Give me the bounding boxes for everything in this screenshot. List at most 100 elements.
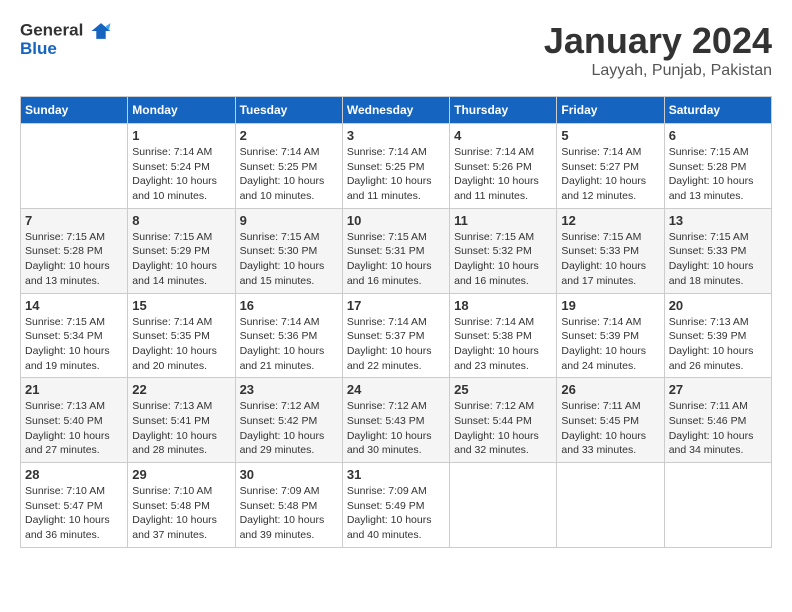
day-info-line: Sunrise: 7:14 AM: [240, 145, 338, 160]
day-info: Sunrise: 7:15 AMSunset: 5:34 PMDaylight:…: [25, 315, 123, 374]
day-info-line: Daylight: 10 hours and 12 minutes.: [561, 174, 659, 203]
day-info-line: Sunset: 5:35 PM: [132, 329, 230, 344]
day-info-line: Sunrise: 7:15 AM: [347, 230, 445, 245]
day-info: Sunrise: 7:14 AMSunset: 5:25 PMDaylight:…: [240, 145, 338, 204]
day-info-line: Daylight: 10 hours and 16 minutes.: [454, 259, 552, 288]
calendar-cell: 27Sunrise: 7:11 AMSunset: 5:46 PMDayligh…: [664, 378, 771, 463]
day-info-line: Sunrise: 7:15 AM: [132, 230, 230, 245]
day-info-line: Daylight: 10 hours and 16 minutes.: [347, 259, 445, 288]
day-info-line: Sunset: 5:41 PM: [132, 414, 230, 429]
day-info-line: Sunset: 5:34 PM: [25, 329, 123, 344]
day-info: Sunrise: 7:10 AMSunset: 5:47 PMDaylight:…: [25, 484, 123, 543]
calendar-cell: 10Sunrise: 7:15 AMSunset: 5:31 PMDayligh…: [342, 208, 449, 293]
day-info-line: Sunset: 5:40 PM: [25, 414, 123, 429]
calendar-cell: 23Sunrise: 7:12 AMSunset: 5:42 PMDayligh…: [235, 378, 342, 463]
day-info-line: Sunrise: 7:10 AM: [25, 484, 123, 499]
day-info-line: Daylight: 10 hours and 28 minutes.: [132, 429, 230, 458]
day-info-line: Sunset: 5:44 PM: [454, 414, 552, 429]
day-info-line: Sunrise: 7:14 AM: [132, 315, 230, 330]
day-number: 31: [347, 467, 445, 482]
day-info-line: Sunrise: 7:11 AM: [561, 399, 659, 414]
day-info-line: Daylight: 10 hours and 10 minutes.: [132, 174, 230, 203]
day-number: 14: [25, 298, 123, 313]
day-number: 18: [454, 298, 552, 313]
calendar-cell: [450, 463, 557, 548]
day-number: 2: [240, 128, 338, 143]
calendar-cell: 3Sunrise: 7:14 AMSunset: 5:25 PMDaylight…: [342, 124, 449, 209]
day-number: 12: [561, 213, 659, 228]
calendar-cell: 28 Sunrise: 7:10 AMSunset: 5:47 PMDayligh…: [21, 463, 128, 548]
column-header-saturday: Saturday: [664, 97, 771, 124]
day-info-line: Sunset: 5:27 PM: [561, 160, 659, 175]
day-info-line: Sunrise: 7:13 AM: [669, 315, 767, 330]
day-number: 6: [669, 128, 767, 143]
day-info-line: Sunrise: 7:12 AM: [347, 399, 445, 414]
day-info-line: Daylight: 10 hours and 19 minutes.: [25, 344, 123, 373]
day-number: 11: [454, 213, 552, 228]
day-info: Sunrise: 7:10 AMSunset: 5:48 PMDaylight:…: [132, 484, 230, 543]
calendar-cell: 16Sunrise: 7:14 AMSunset: 5:36 PMDayligh…: [235, 293, 342, 378]
day-info: Sunrise: 7:15 AMSunset: 5:28 PMDaylight:…: [25, 230, 123, 289]
day-number: 3: [347, 128, 445, 143]
day-number: 22: [132, 382, 230, 397]
day-info-line: Sunrise: 7:09 AM: [347, 484, 445, 499]
day-info-line: Sunrise: 7:12 AM: [240, 399, 338, 414]
day-info-line: Sunrise: 7:15 AM: [669, 230, 767, 245]
day-number: 19: [561, 298, 659, 313]
day-number: 15: [132, 298, 230, 313]
column-header-sunday: Sunday: [21, 97, 128, 124]
day-info: Sunrise: 7:15 AMSunset: 5:32 PMDaylight:…: [454, 230, 552, 289]
day-info-line: Sunrise: 7:09 AM: [240, 484, 338, 499]
calendar-cell: 5Sunrise: 7:14 AMSunset: 5:27 PMDaylight…: [557, 124, 664, 209]
calendar-subtitle: Layyah, Punjab, Pakistan: [544, 62, 772, 80]
day-info: Sunrise: 7:14 AMSunset: 5:26 PMDaylight:…: [454, 145, 552, 204]
day-info-line: Sunrise: 7:13 AM: [25, 399, 123, 414]
day-info-line: Sunrise: 7:15 AM: [669, 145, 767, 160]
day-info: Sunrise: 7:13 AMSunset: 5:39 PMDaylight:…: [669, 315, 767, 374]
day-info-line: Daylight: 10 hours and 13 minutes.: [25, 259, 123, 288]
day-info: Sunrise: 7:14 AMSunset: 5:27 PMDaylight:…: [561, 145, 659, 204]
calendar-cell: 26Sunrise: 7:11 AMSunset: 5:45 PMDayligh…: [557, 378, 664, 463]
column-header-friday: Friday: [557, 97, 664, 124]
day-info-line: Daylight: 10 hours and 26 minutes.: [669, 344, 767, 373]
calendar-week-row: 28 Sunrise: 7:10 AMSunset: 5:47 PMDayligh…: [21, 463, 772, 548]
day-info: Sunrise: 7:09 AMSunset: 5:49 PMDaylight:…: [347, 484, 445, 543]
day-number: 28: [25, 467, 123, 482]
day-number: 1: [132, 128, 230, 143]
day-info: Sunrise: 7:11 AMSunset: 5:45 PMDaylight:…: [561, 399, 659, 458]
calendar-cell: [21, 124, 128, 209]
day-info-line: Sunset: 5:32 PM: [454, 244, 552, 259]
calendar-header-row: SundayMondayTuesdayWednesdayThursdayFrid…: [21, 97, 772, 124]
day-number: 20: [669, 298, 767, 313]
day-info-line: Daylight: 10 hours and 17 minutes.: [561, 259, 659, 288]
calendar-week-row: 7Sunrise: 7:15 AMSunset: 5:28 PMDaylight…: [21, 208, 772, 293]
day-info: Sunrise: 7:14 AMSunset: 5:38 PMDaylight:…: [454, 315, 552, 374]
calendar-cell: 4Sunrise: 7:14 AMSunset: 5:26 PMDaylight…: [450, 124, 557, 209]
day-info-line: Sunset: 5:31 PM: [347, 244, 445, 259]
calendar-cell: 30Sunrise: 7:09 AMSunset: 5:48 PMDayligh…: [235, 463, 342, 548]
day-info-line: Sunset: 5:29 PM: [132, 244, 230, 259]
day-info-line: Daylight: 10 hours and 13 minutes.: [669, 174, 767, 203]
day-info-line: Sunset: 5:48 PM: [132, 499, 230, 514]
day-info-line: Daylight: 10 hours and 27 minutes.: [25, 429, 123, 458]
day-info-line: Sunrise: 7:15 AM: [25, 230, 123, 245]
day-info-line: Sunset: 5:33 PM: [561, 244, 659, 259]
day-info-line: Sunset: 5:37 PM: [347, 329, 445, 344]
day-info-line: Sunrise: 7:15 AM: [561, 230, 659, 245]
day-info-line: Daylight: 10 hours and 33 minutes.: [561, 429, 659, 458]
day-info-line: Sunset: 5:25 PM: [347, 160, 445, 175]
day-info-line: Sunrise: 7:12 AM: [454, 399, 552, 414]
calendar-cell: 29Sunrise: 7:10 AMSunset: 5:48 PMDayligh…: [128, 463, 235, 548]
day-info-line: Daylight: 10 hours and 30 minutes.: [347, 429, 445, 458]
page-header: General Blue January 2024 Layyah, Punjab…: [20, 20, 772, 80]
day-info-line: Daylight: 10 hours and 20 minutes.: [132, 344, 230, 373]
day-info-line: Daylight: 10 hours and 11 minutes.: [347, 174, 445, 203]
day-info-line: Daylight: 10 hours and 22 minutes.: [347, 344, 445, 373]
day-info: Sunrise: 7:14 AMSunset: 5:36 PMDaylight:…: [240, 315, 338, 374]
day-info: Sunrise: 7:15 AMSunset: 5:31 PMDaylight:…: [347, 230, 445, 289]
day-info-line: Daylight: 10 hours and 18 minutes.: [669, 259, 767, 288]
day-info-line: Sunrise: 7:11 AM: [669, 399, 767, 414]
day-info-line: Daylight: 10 hours and 36 minutes.: [25, 513, 123, 542]
day-info-line: Sunset: 5:36 PM: [240, 329, 338, 344]
day-info-line: Sunrise: 7:15 AM: [454, 230, 552, 245]
